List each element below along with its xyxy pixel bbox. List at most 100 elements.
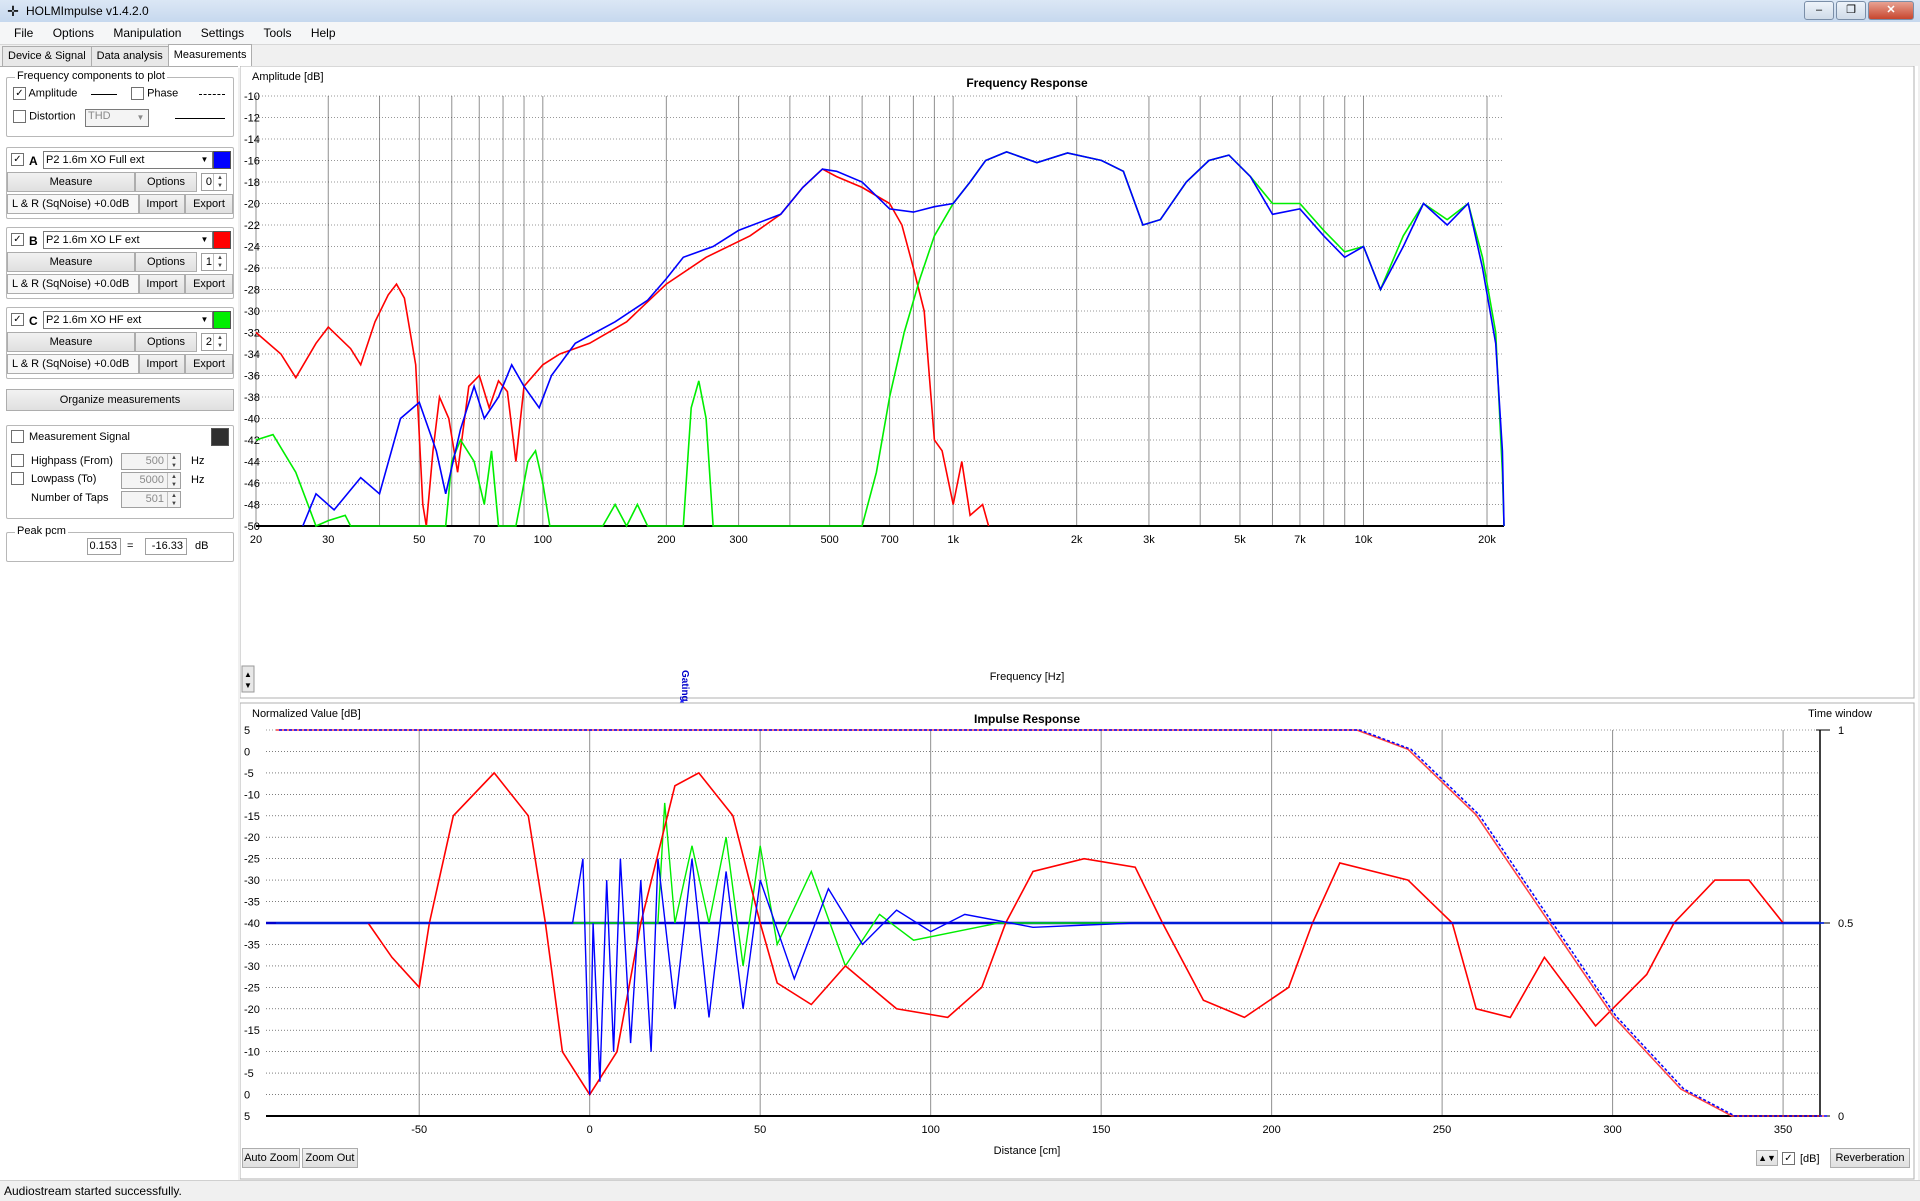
highpass-input[interactable]: 500 ▲ ▼: [121, 453, 181, 470]
close-button[interactable]: ✕: [1868, 1, 1914, 20]
measurement-a-select[interactable]: P2 1.6m XO Full ext ▼: [43, 151, 213, 169]
impulse-x-tick-label: 0: [587, 1124, 593, 1136]
freq-x-tick-label: 700: [880, 534, 898, 546]
signal-color[interactable]: [211, 428, 229, 446]
measurement-signal-label: Measurement Signal: [29, 431, 130, 443]
impulse-scroll-button[interactable]: ▲▼: [1756, 1150, 1778, 1166]
measurement-c-group: ✓ C P2 1.6m XO HF ext ▼ Measure Options 2…: [6, 307, 234, 379]
menu-tools[interactable]: Tools: [255, 22, 299, 44]
menu-help[interactable]: Help: [303, 22, 344, 44]
tab-data-analysis[interactable]: Data analysis: [90, 46, 169, 67]
import-b-button[interactable]: Import: [139, 274, 185, 294]
measurement-b-select[interactable]: P2 1.6m XO LF ext ▼: [43, 231, 213, 249]
scroll-up-icon[interactable]: ▲: [244, 670, 252, 679]
amplitude-line-sample: [91, 94, 117, 95]
measurement-b-color[interactable]: [213, 231, 231, 249]
gating-marker-label[interactable]: Gating: [679, 670, 690, 702]
lowpass-input[interactable]: 5000 ▲ ▼: [121, 472, 181, 489]
freq-y-tick-label: -22: [244, 220, 260, 232]
measure-a-button[interactable]: Measure: [7, 172, 135, 192]
export-a-button[interactable]: Export: [185, 194, 233, 214]
amplitude-checkbox[interactable]: ✓: [13, 87, 26, 100]
distortion-checkbox[interactable]: [13, 110, 26, 123]
measurement-a-color[interactable]: [213, 151, 231, 169]
chevron-down-icon: ▼: [200, 235, 209, 244]
measurement-c-checkbox[interactable]: ✓: [11, 313, 24, 326]
menu-settings[interactable]: Settings: [193, 22, 252, 44]
menu-manipulation[interactable]: Manipulation: [105, 22, 189, 44]
taps-input[interactable]: 501 ▲ ▼: [121, 491, 181, 508]
measurement-b-index[interactable]: 1 ▲ ▼: [201, 253, 227, 271]
spinner-arrows-icon[interactable]: ▲ ▼: [213, 254, 226, 270]
measurement-a-index[interactable]: 0 ▲ ▼: [201, 173, 227, 191]
measure-c-button[interactable]: Measure: [7, 332, 135, 352]
measurement-c-select[interactable]: P2 1.6m XO HF ext ▼: [43, 311, 213, 329]
measurement-a-info: L & R (SqNoise) +0.0dB: [7, 194, 139, 214]
measurement-b-letter: B: [29, 234, 38, 248]
impulse-y-tick-label: 0: [244, 1090, 250, 1102]
freq-x-tick-label: 70: [473, 534, 485, 546]
freq-y-tick-label: -42: [244, 435, 260, 447]
measure-b-button[interactable]: Measure: [7, 252, 135, 272]
impulse-y-tick-label: 5: [244, 725, 250, 737]
freq-y-tick-label: -24: [244, 242, 260, 254]
measurement-a-index-value: 0: [205, 176, 212, 188]
export-b-button[interactable]: Export: [185, 274, 233, 294]
auto-zoom-button[interactable]: Auto Zoom: [242, 1148, 300, 1168]
organize-measurements-button[interactable]: Organize measurements: [6, 389, 234, 411]
distortion-mode-select[interactable]: THD ▼: [85, 109, 149, 127]
measurement-a-checkbox[interactable]: ✓: [11, 153, 24, 166]
time-window-label: Time window: [1808, 708, 1872, 720]
options-b-button[interactable]: Options: [135, 252, 197, 272]
import-a-button[interactable]: Import: [139, 194, 185, 214]
freq-y-tick-label: -36: [244, 371, 260, 383]
reverberation-button[interactable]: Reverberation: [1830, 1148, 1910, 1168]
freq-y-tick-label: -48: [244, 500, 260, 512]
lowpass-checkbox[interactable]: [11, 472, 24, 485]
time-window-tick-label: 0: [1838, 1111, 1844, 1123]
tab-measurements[interactable]: Measurements: [167, 44, 253, 68]
spinner-arrows-icon[interactable]: ▲ ▼: [167, 473, 180, 488]
scroll-down-icon[interactable]: ▼: [244, 681, 252, 690]
measurement-b-checkbox[interactable]: ✓: [11, 233, 24, 246]
spinner-arrows-icon[interactable]: ▲ ▼: [213, 334, 226, 350]
options-c-button[interactable]: Options: [135, 332, 197, 352]
maximize-button[interactable]: ❐: [1836, 1, 1866, 20]
zoom-out-button[interactable]: Zoom Out: [302, 1148, 358, 1168]
spinner-arrows-icon[interactable]: ▲ ▼: [167, 454, 180, 469]
options-a-button[interactable]: Options: [135, 172, 197, 192]
export-c-button[interactable]: Export: [185, 354, 233, 374]
time-window-tick-label: 1: [1838, 725, 1844, 737]
db-checkbox[interactable]: ✓: [1782, 1152, 1795, 1165]
impulse-y-tick-label: -15: [244, 1025, 260, 1037]
time-window-tick-label: 0.5: [1838, 918, 1853, 930]
impulse-plot-frame: [240, 702, 1915, 1180]
freq-x-tick-label: 100: [534, 534, 552, 546]
freq-y-tick-label: -26: [244, 263, 260, 275]
menu-file[interactable]: File: [6, 22, 41, 44]
freq-x-tick-label: 20k: [1478, 534, 1496, 546]
impulse-x-tick-label: 300: [1603, 1124, 1621, 1136]
import-c-button[interactable]: Import: [139, 354, 185, 374]
impulse-x-tick-label: 350: [1774, 1124, 1792, 1136]
measurement-c-color[interactable]: [213, 311, 231, 329]
spinner-arrows-icon[interactable]: ▲ ▼: [213, 174, 226, 190]
tab-strip: Device & Signal Data analysis Measuremen…: [2, 44, 253, 68]
freq-x-tick-label: 1k: [947, 534, 959, 546]
measurement-signal-checkbox[interactable]: [11, 430, 24, 443]
phase-checkbox[interactable]: [131, 87, 144, 100]
lowpass-unit: Hz: [191, 474, 205, 486]
impulse-x-tick-label: -50: [411, 1124, 427, 1136]
highpass-checkbox[interactable]: [11, 454, 24, 467]
lowpass-value: 5000: [139, 474, 164, 486]
menu-options[interactable]: Options: [45, 22, 102, 44]
freq-x-tick-label: 20: [250, 534, 262, 546]
tab-device-signal[interactable]: Device & Signal: [2, 46, 92, 67]
measurement-c-index[interactable]: 2 ▲ ▼: [201, 333, 227, 351]
minimize-button[interactable]: –: [1804, 1, 1834, 20]
freq-y-tick-labels: -10-12-14-16-18-20-22-24-26-28-30-32-34-…: [244, 91, 260, 533]
impulse-y-tick-label: -30: [244, 961, 260, 973]
freq-xlabel: Frequency [Hz]: [990, 671, 1065, 683]
spinner-arrows-icon[interactable]: ▲ ▼: [167, 492, 180, 507]
taps-label: Number of Taps: [31, 492, 109, 504]
